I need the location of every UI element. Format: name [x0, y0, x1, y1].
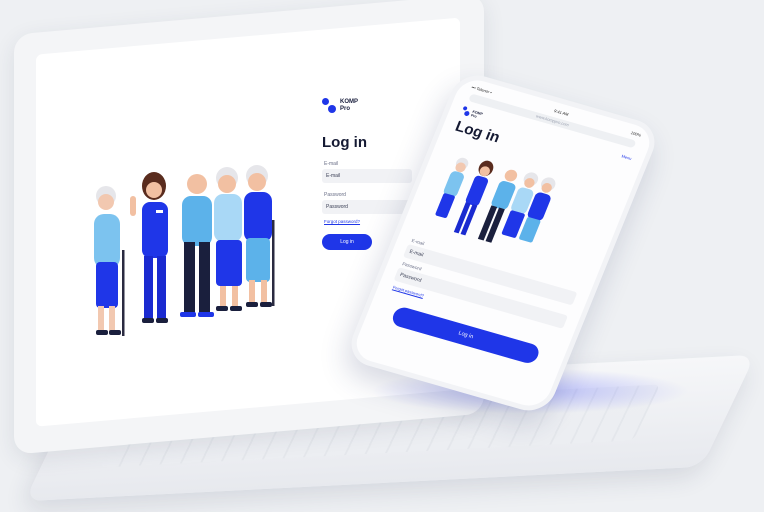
login-heading: Log in: [322, 134, 367, 151]
laptop-logo: KOMP Pro: [322, 98, 412, 114]
device-mockup-scene: KOMP Pro Log in E-mail E-mail Password P…: [0, 0, 764, 512]
elderly-group-illustration: [94, 165, 275, 336]
elderly-woman-right-figure: [244, 165, 275, 307]
email-label: E-mail: [324, 161, 339, 167]
elderly-man-figure: [180, 174, 214, 317]
brand-name-line2: Pro: [340, 106, 351, 112]
password-label: Password: [324, 192, 346, 198]
status-time: 9:41 AM: [553, 108, 570, 117]
login-button[interactable]: Log in: [322, 234, 372, 250]
password-input[interactable]: Password: [322, 200, 412, 214]
elderly-woman-cane-figure: [94, 186, 125, 336]
komp-logo-icon: [322, 98, 336, 114]
brand-name-line1: KOMP: [340, 99, 358, 105]
elderly-woman-figure: [214, 167, 242, 311]
battery-text: 100%: [630, 130, 642, 138]
email-input[interactable]: E-mail: [322, 169, 412, 183]
nurse-figure: [130, 172, 168, 323]
